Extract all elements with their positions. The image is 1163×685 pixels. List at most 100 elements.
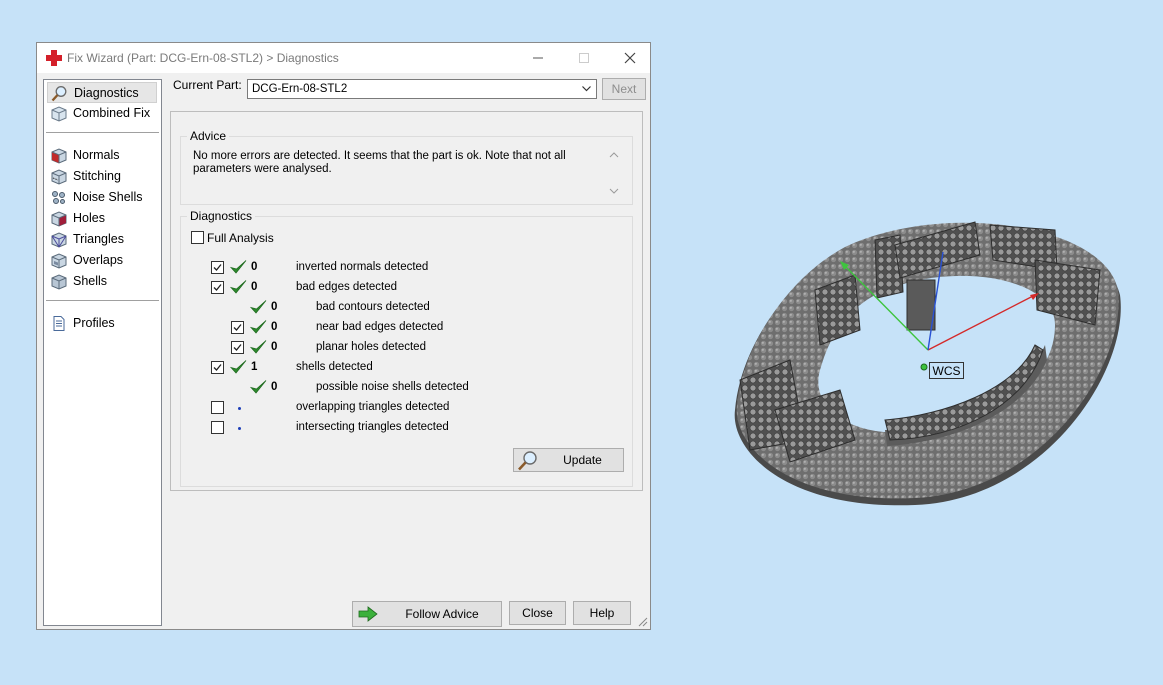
follow-advice-button[interactable]: Follow Advice (352, 601, 502, 627)
overlapping-triangles-text: overlapping triangles detected (296, 401, 450, 413)
intersecting-triangles-checkbox[interactable] (211, 421, 224, 434)
window-title: Fix Wizard (Part: DCG-Ern-08-STL2) > Dia… (67, 51, 339, 65)
current-part-select[interactable]: DCG-Ern-08-STL2 (247, 79, 597, 99)
bad-contours-count: 0 (271, 301, 278, 313)
nav-item-noise-shells[interactable]: Noise Shells (47, 187, 157, 208)
magnifier-icon (51, 86, 67, 102)
chevron-down-icon (582, 86, 591, 92)
full-analysis-label: Full Analysis (207, 231, 274, 245)
ok-tick-icon (250, 320, 267, 334)
nav-item-overlaps[interactable]: Overlaps (47, 250, 157, 271)
bad-edges-checkbox[interactable] (211, 281, 224, 294)
close-button-label: Close (522, 606, 553, 620)
planar-holes-count: 0 (271, 341, 278, 353)
ok-tick-icon (250, 380, 267, 394)
ok-tick-icon (230, 280, 247, 294)
minimize-icon (533, 57, 543, 59)
red-cross-icon (46, 50, 62, 66)
close-window-button[interactable] (607, 43, 653, 73)
pending-dot-icon (238, 407, 241, 410)
checkmark-icon (213, 284, 222, 291)
cube-overlaps-icon (51, 253, 67, 269)
shells-checkbox[interactable] (211, 361, 224, 374)
nav-item-stitching[interactable]: Stitching (47, 166, 157, 187)
planar-holes-text: planar holes detected (316, 341, 426, 353)
current-part-value: DCG-Ern-08-STL2 (252, 83, 348, 95)
advice-group: Advice No more errors are detected. It s… (180, 129, 633, 205)
full-analysis-checkbox[interactable] (191, 231, 204, 244)
ok-tick-icon (250, 300, 267, 314)
next-button-label: Next (611, 82, 637, 96)
update-button[interactable]: Update (513, 448, 624, 472)
ok-tick-icon (230, 260, 247, 274)
ok-tick-icon (230, 360, 247, 374)
nav-item-diagnostics[interactable]: Diagnostics (47, 82, 157, 103)
fix-wizard-window: Fix Wizard (Part: DCG-Ern-08-STL2) > Dia… (36, 42, 651, 630)
wcs-origin-icon (920, 363, 928, 371)
nav-item-shells[interactable]: Shells (47, 271, 157, 292)
near-bad-edges-count: 0 (271, 321, 278, 333)
inverted-normals-text: inverted normals detected (296, 261, 429, 273)
cube-triangles-icon (51, 232, 67, 248)
nav-item-triangles[interactable]: Triangles (47, 229, 157, 250)
overlapping-triangles-checkbox[interactable] (211, 401, 224, 414)
nav-item-label: Normals (73, 148, 120, 162)
advice-scrollbar[interactable] (606, 149, 622, 197)
next-button[interactable]: Next (602, 78, 646, 100)
checkmark-icon (213, 264, 222, 271)
magnifier-icon (518, 451, 537, 471)
update-button-label: Update (563, 453, 602, 467)
nav-item-holes[interactable]: Holes (47, 208, 157, 229)
nav-separator (46, 132, 159, 133)
advice-legend: Advice (187, 129, 230, 143)
noise-shells-text: possible noise shells detected (316, 381, 469, 393)
nav-item-label: Noise Shells (73, 190, 143, 204)
ok-tick-icon (250, 340, 267, 354)
bad-edges-text: bad edges detected (296, 281, 398, 293)
help-button[interactable]: Help (573, 601, 631, 625)
wcs-label: WCS (929, 362, 964, 379)
follow-advice-label: Follow Advice (405, 607, 479, 621)
checkmark-icon (213, 364, 222, 371)
cube-stitching-icon (51, 169, 67, 185)
nav-item-label: Holes (73, 211, 105, 225)
nav-item-label: Diagnostics (74, 86, 139, 100)
near-bad-edges-text: near bad edges detected (316, 321, 444, 333)
diagnostics-panel: Advice No more errors are detected. It s… (170, 111, 643, 491)
bad-contours-text: bad contours detected (316, 301, 430, 313)
diagnostics-legend: Diagnostics (187, 209, 256, 223)
maximize-icon (579, 53, 589, 63)
help-button-label: Help (589, 606, 615, 620)
nav-item-normals[interactable]: Normals (47, 145, 157, 166)
nav-item-label: Overlaps (73, 253, 124, 267)
checkmark-icon (233, 324, 242, 331)
planar-holes-checkbox[interactable] (231, 341, 244, 354)
maximize-button[interactable] (561, 43, 607, 73)
minimize-button[interactable] (515, 43, 561, 73)
noise-shells-count: 0 (271, 381, 278, 393)
current-part-label: Current Part: (173, 78, 242, 92)
title-bar[interactable]: Fix Wizard (Part: DCG-Ern-08-STL2) > Dia… (37, 43, 650, 73)
checkmark-icon (233, 344, 242, 351)
pending-dot-icon (238, 427, 241, 430)
nav-item-combined-fix[interactable]: Combined Fix (47, 103, 157, 124)
cube-holes-icon (51, 211, 67, 227)
intersecting-triangles-text: intersecting triangles detected (296, 421, 449, 433)
near-bad-edges-checkbox[interactable] (231, 321, 244, 334)
advice-text: No more errors are detected. It seems th… (193, 150, 566, 175)
nav-item-label: Shells (73, 274, 108, 288)
nav-item-label: Stitching (73, 169, 121, 183)
nav-item-label: Profiles (73, 316, 115, 330)
shells-text: shells detected (296, 361, 373, 373)
3d-viewport[interactable] (725, 200, 1145, 520)
nav-item-label: Triangles (73, 232, 124, 246)
document-icon (53, 316, 65, 331)
resize-grip-icon[interactable] (638, 617, 648, 627)
inverted-normals-checkbox[interactable] (211, 261, 224, 274)
close-button[interactable]: Close (509, 601, 566, 625)
nav-item-profiles[interactable]: Profiles (47, 313, 157, 334)
bad-edges-count: 0 (251, 281, 258, 293)
close-icon (624, 52, 636, 64)
cube-combined-icon (51, 106, 67, 122)
diagnostics-group: Diagnostics Full Analysis 0 inverted nor… (180, 209, 633, 487)
